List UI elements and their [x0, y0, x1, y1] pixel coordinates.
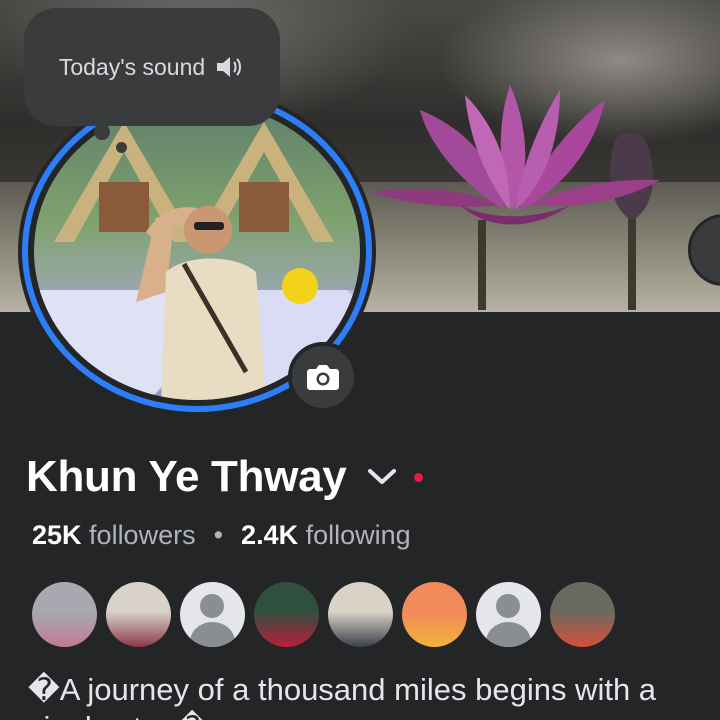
friend-avatar[interactable]: [402, 582, 467, 647]
lotus-flower-image: [370, 85, 660, 310]
todays-sound-label: Today's sound: [58, 53, 206, 80]
profile-bio-line-2: single step�: [28, 710, 208, 720]
chevron-down-icon[interactable]: [364, 459, 400, 495]
profile-name: Khun Ye Thway: [26, 452, 347, 501]
following-link[interactable]: 2.4K following: [241, 520, 411, 551]
notification-dot: [414, 472, 424, 482]
default-avatar-icon: [200, 594, 224, 618]
bubble-tail-dot-small: [116, 142, 127, 153]
profile-stats: 25K followers • 2.4K following: [32, 520, 411, 551]
friend-avatar[interactable]: [254, 582, 319, 647]
camera-icon: [307, 365, 339, 390]
profile-camera-button[interactable]: [288, 342, 358, 412]
following-label: following: [305, 520, 411, 550]
friend-avatar[interactable]: [106, 582, 171, 647]
profile-name-row: Khun Ye Thway: [26, 452, 424, 502]
followers-count: 25K: [32, 520, 82, 550]
default-avatar-body: [190, 622, 235, 647]
todays-sound-bubble[interactable]: Today's sound: [24, 8, 280, 126]
followers-link[interactable]: 25K followers: [32, 520, 196, 551]
default-avatar-body: [486, 622, 531, 647]
speaker-icon: [217, 57, 242, 77]
followers-label: followers: [89, 520, 196, 550]
default-avatar-icon: [496, 594, 520, 618]
yellow-balloon: [282, 268, 318, 304]
profile-bio-line-1: �A journey of a thousand miles begins wi…: [28, 672, 657, 707]
person-image: [136, 206, 266, 400]
bubble-tail-dot: [94, 124, 110, 140]
friend-avatar[interactable]: [32, 582, 97, 647]
friend-avatar[interactable]: [476, 582, 541, 647]
stats-separator: •: [213, 520, 224, 550]
friend-avatar[interactable]: [328, 582, 393, 647]
friend-avatar[interactable]: [550, 582, 615, 647]
following-count: 2.4K: [241, 520, 299, 550]
friend-avatar[interactable]: [180, 582, 245, 647]
friends-avatar-row: [32, 582, 615, 647]
